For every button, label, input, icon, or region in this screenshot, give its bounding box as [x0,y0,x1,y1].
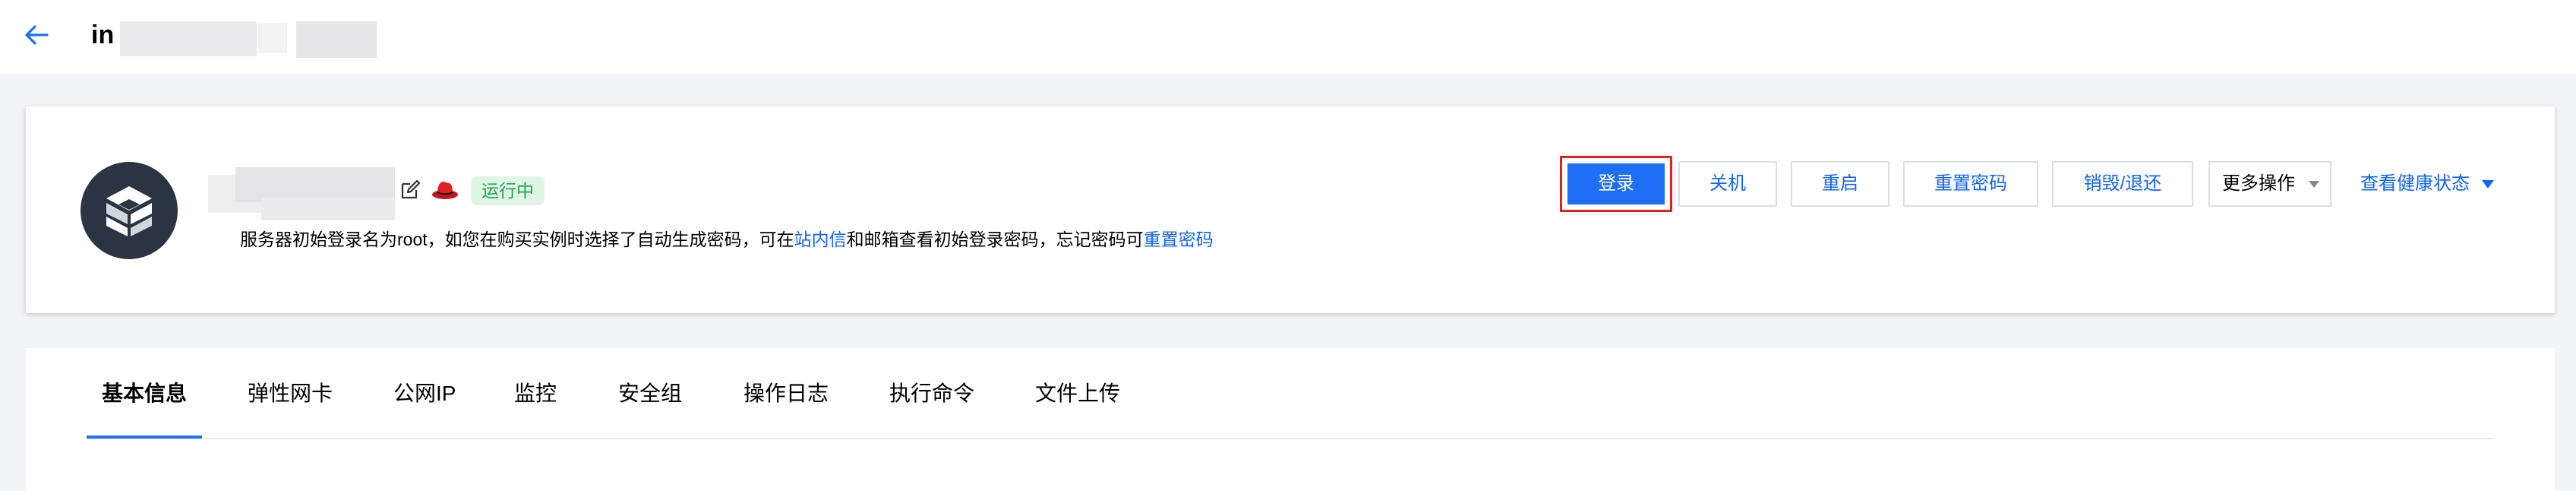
server-cube-icon [106,186,152,236]
chevron-down-icon [2309,181,2319,188]
reset-password-button[interactable]: 重置密码 [1903,161,2038,207]
tab-public-ip[interactable]: 公网IP [393,379,456,409]
tab-operation-log[interactable]: 操作日志 [743,379,829,409]
arrow-left-icon[interactable] [21,20,52,50]
tab-elastic-nic[interactable]: 弹性网卡 [248,379,333,409]
tab-basic-info[interactable]: 基本信息 [102,379,187,409]
top-header: in [0,0,2576,74]
login-button[interactable]: 登录 [1567,163,1665,204]
tabs-panel: 基本信息 弹性网卡 公网IP 监控 安全组 操作日志 执行命令 文件上传 [26,348,2555,491]
redacted-title [120,21,257,56]
edit-icon[interactable] [398,178,422,202]
login-notice: 服务器初始登录名为root，如您在购买实例时选择了自动生成密码，可在站内信和邮箱… [240,228,1214,251]
notice-text-middle: 和邮箱查看初始登录密码，忘记密码可 [846,230,1144,249]
redacted-title-part [296,21,377,58]
shutdown-button[interactable]: 关机 [1678,161,1777,207]
redacted-instance-name [261,198,395,220]
instance-summary-card: 运行中 服务器初始登录名为root，如您在购买实例时选择了自动生成密码，可在站内… [26,106,2555,313]
more-actions-label: 更多操作 [2222,173,2295,194]
restart-button[interactable]: 重启 [1791,161,1889,207]
tab-security-group[interactable]: 安全组 [618,379,682,409]
tab-file-upload[interactable]: 文件上传 [1035,379,1120,409]
caret-down-icon [2482,180,2494,189]
more-actions-dropdown[interactable]: 更多操作 [2208,161,2331,207]
login-button-highlight: 登录 [1560,156,1672,212]
view-health-status-link[interactable]: 查看健康状态 [2360,172,2494,196]
tab-monitoring[interactable]: 监控 [514,379,557,409]
page-title: in [91,21,115,49]
inbox-link[interactable]: 站内信 [794,230,847,249]
tab-execute-command[interactable]: 执行命令 [889,379,974,409]
destroy-return-button[interactable]: 销毁/退还 [2052,161,2193,207]
status-badge: 运行中 [471,176,545,205]
instance-avatar [80,162,178,259]
active-tab-indicator [87,436,202,439]
health-link-label: 查看健康状态 [2360,173,2470,194]
reset-password-link[interactable]: 重置密码 [1144,230,1214,249]
tabs-divider [87,438,2494,439]
notice-text: 服务器初始登录名为root，如您在购买实例时选择了自动生成密码，可在 [240,230,794,249]
redhat-icon [432,182,458,199]
redacted-title-part [258,23,287,53]
